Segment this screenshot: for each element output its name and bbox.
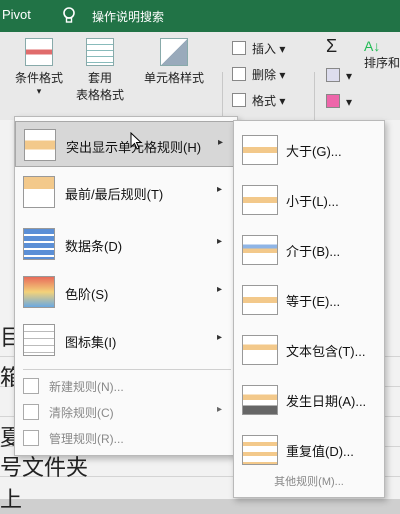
greater-than-icon <box>242 135 278 165</box>
cell-styles-icon <box>160 38 188 66</box>
lightbulb-icon <box>63 7 75 23</box>
menu-item-label: 新建规则(N)... <box>49 380 124 394</box>
chevron-right-icon: ▸ <box>217 404 223 415</box>
title-bar: Pivot 操作说明搜索 <box>0 0 400 32</box>
ribbon: 条件格式 ▾ 套用 表格格式 单元格样式 插入 ▾ 删除 ▾ 格式 ▾ Σ ▾ … <box>0 32 400 146</box>
cell-styles-label: 单元格样式 <box>143 71 204 85</box>
data-bars-icon <box>23 228 55 260</box>
table-format-label-2: 表格格式 <box>75 88 124 102</box>
conditional-format-icon <box>25 38 53 66</box>
menu-item-label: 清除规则(C) <box>49 406 114 420</box>
fill-button[interactable]: ▾ <box>326 68 352 83</box>
clear-button[interactable]: ▾ <box>326 94 352 109</box>
text-contains-icon <box>242 335 278 365</box>
sort-label: 排序和 <box>364 56 400 70</box>
date-occurring-icon <box>242 385 278 415</box>
insert-icon <box>232 41 246 55</box>
submenu-item-label: 介于(B)... <box>286 244 341 259</box>
submenu-item-greater-than[interactable]: 大于(G)... <box>234 125 384 174</box>
menu-item-new-rule[interactable]: 新建规则(N)... <box>15 373 237 397</box>
highlight-cells-submenu: 大于(G)... 小于(L)... 介于(B)... 等于(E)... 文本包含… <box>233 120 385 498</box>
menu-item-manage-rules[interactable]: 管理规则(R)... <box>15 425 237 449</box>
between-icon <box>242 235 278 265</box>
menu-item-icon-sets[interactable]: 图标集(I) ▸ <box>15 317 237 363</box>
new-rule-icon <box>23 378 39 394</box>
menu-item-data-bars[interactable]: 数据条(D) ▸ <box>15 221 237 267</box>
chevron-right-icon: ▸ <box>217 332 223 343</box>
submenu-item-duplicate-values[interactable]: 重复值(D)... <box>234 425 384 474</box>
top-bottom-icon <box>23 176 55 208</box>
submenu-item-label: 文本包含(T)... <box>286 344 366 359</box>
chevron-right-icon: ▸ <box>217 236 223 247</box>
menu-item-label: 图标集(I) <box>65 335 117 350</box>
color-scales-icon <box>23 276 55 308</box>
submenu-item-label: 发生日期(A)... <box>286 394 367 409</box>
menu-item-label: 色阶(S) <box>65 287 109 302</box>
format-label: 格式 <box>252 94 277 108</box>
duplicate-values-icon <box>242 435 278 465</box>
sort-az-icon: A↓ <box>364 38 381 54</box>
insert-label: 插入 <box>252 42 277 56</box>
submenu-item-label: 小于(L)... <box>286 194 339 209</box>
submenu-item-less-than[interactable]: 小于(L)... <box>234 175 384 224</box>
equal-to-icon <box>242 285 278 315</box>
submenu-item-more-rules[interactable]: 其他规则(M)... <box>234 473 384 489</box>
menu-item-color-scales[interactable]: 色阶(S) ▸ <box>15 269 237 315</box>
chevron-right-icon: ▸ <box>218 137 224 148</box>
submenu-item-equal-to[interactable]: 等于(E)... <box>234 275 384 324</box>
cell-styles-button[interactable]: 单元格样式 <box>136 38 212 86</box>
eraser-icon <box>326 94 340 108</box>
chevron-right-icon: ▸ <box>217 184 223 195</box>
mouse-cursor-icon <box>130 132 142 150</box>
menu-item-label: 数据条(D) <box>65 239 123 254</box>
menu-item-label: 最前/最后规则(T) <box>65 187 164 202</box>
format-as-table-button[interactable]: 套用 表格格式 <box>70 38 130 103</box>
insert-button[interactable]: 插入 ▾ <box>232 40 285 57</box>
tell-me-search[interactable]: 操作说明搜索 <box>92 8 164 25</box>
menu-item-clear-rules[interactable]: 清除规则(C) ▸ <box>15 399 237 423</box>
sort-filter-button[interactable]: A↓ 排序和 <box>364 38 400 71</box>
delete-icon <box>232 67 246 81</box>
delete-button[interactable]: 删除 ▾ <box>232 66 285 83</box>
conditional-format-menu: 突出显示单元格规则(H) ▸ 最前/最后规则(T) ▸ 数据条(D) ▸ 色阶(… <box>14 116 238 456</box>
submenu-item-label: 重复值(D)... <box>286 444 354 459</box>
conditional-format-label: 条件格式 <box>14 71 63 85</box>
menu-item-label: 管理规则(R)... <box>49 432 124 446</box>
delete-label: 删除 <box>252 68 277 82</box>
chevron-right-icon: ▸ <box>217 284 223 295</box>
autosum-button[interactable]: Σ <box>326 36 337 57</box>
submenu-item-label: 大于(G)... <box>286 144 342 159</box>
format-icon <box>232 93 246 107</box>
table-format-label-1: 套用 <box>87 71 112 85</box>
pivot-tab[interactable]: Pivot <box>2 7 31 22</box>
conditional-format-button[interactable]: 条件格式 ▾ <box>12 38 66 97</box>
menu-item-highlight-cells-rules[interactable]: 突出显示单元格规则(H) ▸ <box>15 121 237 167</box>
fill-down-icon <box>326 68 340 82</box>
less-than-icon <box>242 185 278 215</box>
chevron-down-icon: ▾ <box>36 86 42 96</box>
submenu-item-label: 等于(E)... <box>286 294 341 309</box>
highlight-cells-icon <box>24 129 56 161</box>
icon-sets-icon <box>23 324 55 356</box>
submenu-item-between[interactable]: 介于(B)... <box>234 225 384 274</box>
menu-item-top-bottom-rules[interactable]: 最前/最后规则(T) ▸ <box>15 169 237 215</box>
manage-rules-icon <box>23 430 39 446</box>
clear-rules-icon <box>23 404 39 420</box>
submenu-item-text-contains[interactable]: 文本包含(T)... <box>234 325 384 374</box>
menu-divider <box>23 369 231 370</box>
table-format-icon <box>86 38 114 66</box>
format-button[interactable]: 格式 ▾ <box>232 92 285 109</box>
submenu-item-date-occurring[interactable]: 发生日期(A)... <box>234 375 384 424</box>
cell-text: 上 <box>0 488 23 513</box>
